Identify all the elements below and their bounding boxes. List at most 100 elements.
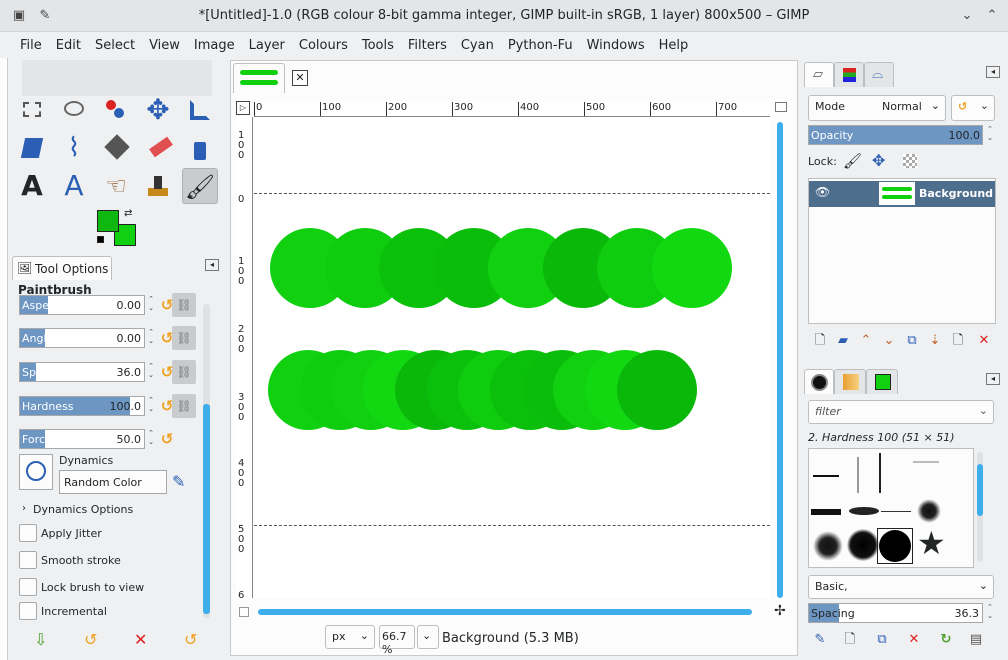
menu-view[interactable]: View [142, 32, 187, 58]
delete-brush-icon[interactable]: ✕ [906, 632, 922, 648]
crop-icon[interactable] [182, 92, 218, 128]
spin-button[interactable]: ⌃ ⌄ [146, 328, 156, 348]
edit-dynamics-icon[interactable]: ✎ [172, 472, 185, 491]
restore-options-icon[interactable]: ↺ [84, 630, 97, 649]
brush-tag-select[interactable]: Basic, ⌄ [808, 575, 994, 599]
brush-scrollbar[interactable] [977, 452, 983, 562]
menu-colours[interactable]: Colours [292, 32, 355, 58]
options-scrollbar[interactable] [203, 304, 210, 618]
menu-layer[interactable]: Layer [242, 32, 292, 58]
open-brush-icon[interactable]: ▤ [968, 632, 984, 648]
minimize-icon[interactable]: ⌄ [958, 7, 976, 25]
checkbox-lock-brush-to-view[interactable] [19, 578, 37, 596]
duplicate-brush-icon[interactable]: ⧉ [874, 632, 890, 648]
clone-stamp-icon[interactable] [140, 168, 176, 204]
new-brush-icon[interactable]: 🗋 [842, 632, 858, 648]
guide-top[interactable] [254, 193, 770, 194]
menu-help[interactable]: Help [652, 32, 696, 58]
bucket-fill-icon[interactable] [98, 130, 134, 166]
unit-select[interactable]: px ⌄ [325, 625, 375, 649]
menu-edit[interactable]: Edit [49, 32, 88, 58]
checkbox-incremental[interactable] [19, 602, 37, 620]
lower-layer-icon[interactable]: ⌄ [881, 333, 897, 349]
paintbrush-tool-icon[interactable]: 🖌 [182, 168, 218, 204]
tab-layers[interactable]: ▱ [804, 62, 834, 87]
text-outline-icon[interactable]: A [56, 168, 92, 204]
save-options-icon[interactable]: ⇩ [34, 630, 47, 649]
horizontal-scrollbar[interactable] [258, 609, 752, 615]
navigate-icon[interactable]: ✢ [774, 603, 786, 619]
tab-brushes[interactable] [804, 369, 834, 394]
zoom-field[interactable]: 66.7 % [379, 625, 415, 656]
tab-tool-options[interactable]: 🖼 Tool Options [12, 256, 112, 280]
spin-button[interactable]: ⌃ ⌄ [146, 295, 156, 315]
tab-channels[interactable] [834, 62, 864, 87]
delete-layer-icon[interactable]: ✕ [976, 333, 992, 349]
refresh-brushes-icon[interactable]: ↻ [938, 632, 954, 648]
foreground-color-swatch[interactable] [97, 210, 119, 232]
dynamics-button[interactable] [19, 454, 53, 490]
spin-button[interactable]: ⌃ ⌄ [146, 396, 156, 416]
zoom-toggle-icon[interactable] [775, 102, 787, 112]
smudge-icon[interactable]: ☜ [98, 168, 134, 204]
menu-file[interactable]: File [13, 32, 49, 58]
duplicate-layer-icon[interactable]: ⧉ [904, 333, 920, 349]
image-menu-icon[interactable]: ▷ [236, 101, 250, 115]
zoom-dropdown-icon[interactable]: ⌄ [417, 625, 439, 649]
dynamics-field[interactable]: Random Color [59, 470, 167, 494]
close-image-icon[interactable]: ✕ [292, 70, 308, 86]
chain-link-icon[interactable]: ⛓ [172, 326, 196, 350]
merge-layer-icon[interactable]: ⇣ [927, 333, 943, 349]
eraser-icon[interactable] [140, 130, 176, 166]
slider-aspect-ratio[interactable]: Aspect Ratio 0.00 [19, 295, 145, 315]
delete-options-icon[interactable]: ✕ [134, 630, 147, 649]
image-tab[interactable] [233, 63, 285, 93]
warp-icon[interactable]: ⌇ [56, 130, 92, 166]
maximize-icon[interactable]: ⌃ [983, 7, 1001, 25]
raise-layer-icon[interactable]: ⌃ [858, 333, 874, 349]
rect-select-icon[interactable] [14, 92, 50, 128]
paths-icon[interactable] [182, 130, 218, 166]
lock-position-icon[interactable]: ✥ [872, 151, 885, 170]
tab-gradients[interactable] [866, 369, 898, 394]
selected-brush[interactable] [877, 528, 913, 564]
mask-icon[interactable]: 🗋 [950, 333, 966, 349]
chain-link-icon[interactable]: ⛓ [172, 360, 196, 384]
expander-arrow-icon[interactable]: › [22, 503, 26, 514]
spin-button[interactable]: ⌃ ⌄ [146, 362, 156, 382]
mode-select[interactable]: Mode Normal ⌄ [808, 95, 946, 121]
move-icon[interactable]: ✥ [140, 92, 176, 128]
lock-pixels-icon[interactable]: 🖌 [843, 152, 862, 170]
menu-filters[interactable]: Filters [401, 32, 454, 58]
menu-image[interactable]: Image [187, 32, 242, 58]
spin-button[interactable]: ⌃ ⌄ [146, 429, 156, 449]
new-group-icon[interactable]: ▰ [835, 333, 851, 349]
slider-spacing[interactable]: Spacing 36.0 [19, 362, 145, 382]
tab-patterns[interactable] [834, 369, 866, 394]
lock-alpha-icon[interactable] [903, 154, 917, 168]
chain-link-icon[interactable]: ⛓ [172, 394, 196, 418]
menu-tools[interactable]: Tools [355, 32, 401, 58]
guide-bottom[interactable] [254, 525, 770, 526]
menu-select[interactable]: Select [88, 32, 142, 58]
vertical-scrollbar[interactable] [777, 122, 783, 598]
menu-cyan[interactable]: Cyan [454, 32, 501, 58]
slider-hardness[interactable]: Hardness 100.0 [19, 396, 145, 416]
text-tool-icon[interactable]: A [14, 168, 50, 204]
dynamics-options-expander[interactable]: Dynamics Options [33, 503, 133, 516]
chain-link-icon[interactable]: ⛓ [172, 293, 196, 317]
checkbox-smooth-stroke[interactable] [19, 551, 37, 569]
menu-windows[interactable]: Windows [580, 32, 652, 58]
checkbox-apply-jitter[interactable] [19, 524, 37, 542]
fuzzy-select-icon[interactable] [98, 92, 134, 128]
spacing-spin[interactable]: ⌃ ⌄ [985, 603, 995, 623]
brush-spacing-slider[interactable]: Spacing 36.3 [808, 603, 983, 623]
slider-angle[interactable]: Angle 0.00 [19, 328, 145, 348]
brush-grid[interactable]: ★ [808, 448, 974, 568]
tab-paths[interactable]: ⌓ [864, 62, 894, 87]
edit-brush-icon[interactable]: ✎ [812, 632, 828, 648]
panel-menu-icon[interactable]: ◂ [205, 259, 219, 271]
reset-options-icon[interactable]: ↺ [184, 630, 197, 649]
brushes-menu-icon[interactable]: ◂ [986, 373, 1000, 385]
swap-colors-icon[interactable]: ⇄ [124, 208, 132, 219]
